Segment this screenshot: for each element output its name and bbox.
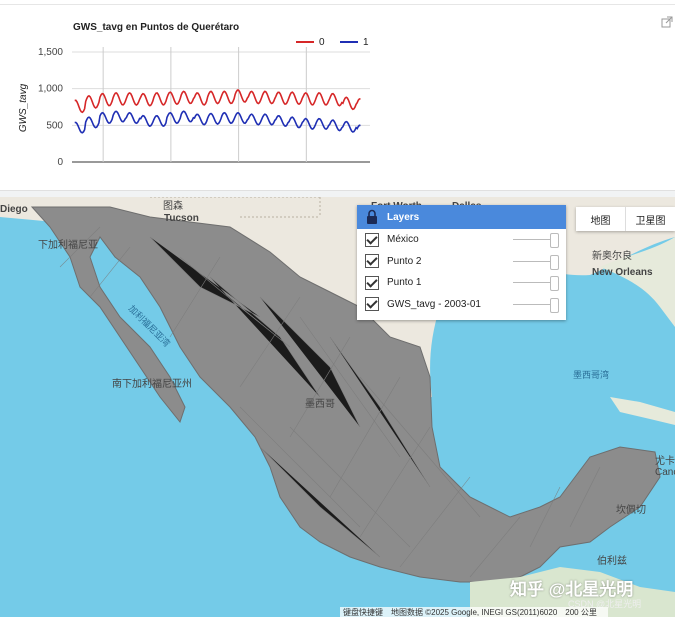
- keyboard-shortcuts-link[interactable]: 键盘快捷键: [343, 607, 383, 618]
- y-tick-label: 1,000: [38, 84, 63, 95]
- map-canvas[interactable]: [0, 197, 675, 617]
- layer-row-mexico: México: [357, 229, 566, 251]
- opacity-slider-track[interactable]: [513, 282, 553, 283]
- layers-panel: Layers México Punto 2 Punto 1 GWS_tavg -…: [357, 205, 566, 320]
- y-tick-label: 0: [57, 157, 63, 168]
- opacity-slider-thumb[interactable]: [550, 233, 559, 248]
- opacity-slider-track[interactable]: [513, 239, 553, 240]
- legend-label-1: 1: [363, 37, 369, 48]
- cuba-land: [610, 397, 675, 425]
- layer-checkbox-gws[interactable]: [365, 297, 379, 312]
- chart-svg: GWS_tavg en Puntos de Querétaro 01 05001…: [18, 22, 370, 168]
- layers-title: Layers: [387, 211, 420, 223]
- legend-label-0: 0: [319, 37, 325, 48]
- layer-row-gws: GWS_tavg - 2003-01: [357, 294, 566, 316]
- map-type-satellite-button[interactable]: 卫星图: [626, 207, 675, 231]
- chart-title: GWS_tavg en Puntos de Querétaro: [73, 22, 239, 33]
- layer-row-punto1: Punto 1: [357, 272, 566, 294]
- scale-bar[interactable]: 200 公里: [565, 607, 597, 618]
- series-line-0: [74, 89, 361, 114]
- map-type-map-button[interactable]: 地图: [576, 207, 625, 231]
- chart-lines: [74, 89, 361, 134]
- layer-row-punto2: Punto 2: [357, 251, 566, 273]
- layer-checkbox-punto1[interactable]: [365, 275, 379, 290]
- opacity-slider-track[interactable]: [513, 303, 553, 305]
- layer-checkbox-punto2[interactable]: [365, 254, 379, 269]
- layers-header[interactable]: Layers: [357, 205, 566, 229]
- opacity-slider-thumb[interactable]: [550, 276, 559, 291]
- map-attribution: 键盘快捷键 地图数据 ©2025 Google, INEGI GS(2011)6…: [340, 607, 608, 617]
- y-axis-label: GWS_tavg: [18, 83, 29, 132]
- layer-checkbox-mexico[interactable]: [365, 232, 379, 247]
- layer-label: GWS_tavg - 2003-01: [387, 298, 481, 310]
- lock-icon[interactable]: [366, 209, 378, 225]
- layer-label: México: [387, 234, 419, 246]
- opacity-slider-thumb[interactable]: [550, 297, 559, 313]
- series-line-1: [74, 110, 361, 134]
- map-data-credit[interactable]: 地图数据 ©2025 Google, INEGI GS(2011)6020: [391, 607, 557, 618]
- popout-icon[interactable]: [661, 16, 673, 28]
- layer-label: Punto 2: [387, 255, 422, 267]
- chart-panel: GWS_tavg en Puntos de Querétaro 01 0 500 1…: [0, 0, 675, 190]
- opacity-slider-track[interactable]: [513, 260, 553, 262]
- y-tick-label: 1,500: [38, 47, 63, 58]
- opacity-slider-thumb[interactable]: [550, 254, 559, 270]
- map-type-control: 地图 卫星图: [576, 207, 675, 231]
- map-view[interactable]: Diego 图森 Tucson Fort Worth Dallas 新奥尔良 N…: [0, 197, 675, 617]
- y-axis-ticks: 0 500 1,000 1,500: [38, 47, 63, 168]
- y-tick-label: 500: [46, 120, 63, 131]
- chart-legend: 01: [296, 37, 369, 48]
- panel-divider: [0, 190, 675, 197]
- layer-label: Punto 1: [387, 277, 422, 289]
